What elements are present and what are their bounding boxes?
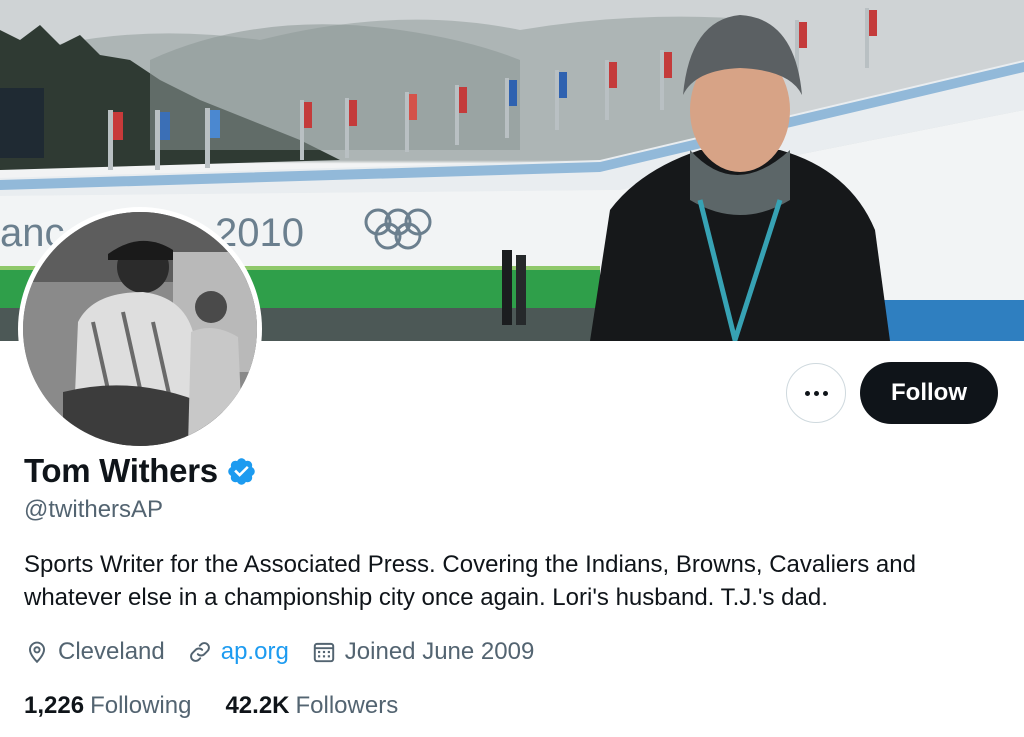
profile-handle: @twithersAP [24, 496, 164, 523]
followers-count: 42.2K [225, 692, 290, 719]
location-item: Cleveland [24, 638, 165, 666]
profile-avatar[interactable] [18, 207, 262, 451]
avatar-photo [23, 212, 257, 446]
following-link[interactable]: 1,226 Following [24, 692, 191, 720]
more-horizontal-icon [804, 390, 828, 396]
calendar-icon [313, 642, 334, 663]
display-name: Tom Withers [24, 452, 218, 489]
follow-button[interactable]: Follow [860, 362, 998, 424]
followers-label: Followers [295, 692, 399, 719]
location-text: Cleveland [58, 638, 165, 665]
joined-item: Joined June 2009 [311, 638, 535, 666]
website-item[interactable]: ap.org [187, 638, 289, 666]
profile-meta: Cleveland ap.org Joined June 2009 [24, 638, 556, 666]
verified-badge-icon[interactable] [226, 456, 257, 487]
more-options-button[interactable] [786, 363, 846, 423]
website-link[interactable]: ap.org [221, 638, 289, 666]
following-count: 1,226 [24, 692, 85, 719]
joined-text: Joined June 2009 [344, 638, 535, 665]
profile-bio: Sports Writer for the Associated Press. … [24, 551, 916, 611]
profile-stats: 1,226 Following 42.2K Followers [24, 692, 432, 720]
link-icon [189, 642, 210, 662]
followers-link[interactable]: 42.2K Followers [225, 692, 398, 720]
profile-name-row: Tom Withers [24, 452, 257, 490]
map-pin-icon [28, 641, 46, 664]
following-label: Following [90, 692, 192, 719]
